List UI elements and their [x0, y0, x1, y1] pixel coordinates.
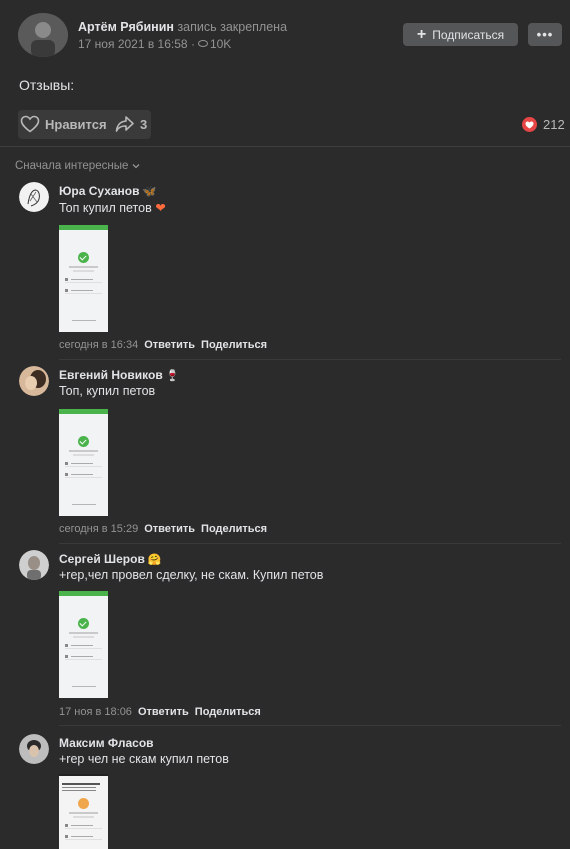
comment-time[interactable]: сегодня в 16:34 — [59, 339, 138, 351]
subscribe-label: Подписаться — [432, 27, 505, 42]
attachment-image[interactable] — [59, 774, 108, 849]
commenter-avatar[interactable] — [19, 550, 49, 580]
views-count: 10K — [209, 37, 232, 51]
reply-button[interactable]: Ответить — [144, 523, 195, 535]
reply-button[interactable]: Ответить — [144, 339, 195, 351]
author-line: Артём Рябинин запись закреплена — [78, 20, 287, 34]
sort-dropdown[interactable]: Сначала интересные — [15, 160, 140, 172]
share-comment-button[interactable]: Поделиться — [195, 706, 261, 718]
author-name[interactable]: Артём Рябинин — [78, 20, 174, 34]
commenter-avatar[interactable] — [19, 182, 49, 212]
status-emoji: 🦋 — [142, 186, 157, 198]
post-header: Артём Рябинин запись закреплена 17 ноя 2… — [0, 0, 570, 70]
comment-footer: сегодня в 15:29 Ответить Поделиться — [59, 523, 267, 535]
heart-emoji: ❤ — [155, 201, 166, 215]
post-text: Отзывы: — [19, 77, 75, 93]
comment-footer: 17 ноя в 18:06 Ответить Поделиться — [59, 706, 261, 718]
sort-label: Сначала интересные — [15, 160, 129, 172]
comment-time[interactable]: сегодня в 15:29 — [59, 523, 138, 535]
views-icon — [197, 40, 208, 48]
commenter-name[interactable]: Сергей Шеров 🤗 — [59, 552, 162, 566]
post-meta: 17 ноя 2021 в 16:58 · 10K — [78, 37, 232, 51]
more-button[interactable]: ••• — [528, 23, 562, 46]
attachment-image[interactable] — [59, 591, 108, 698]
comment-separator — [59, 359, 561, 360]
comment-separator — [59, 725, 561, 726]
share-comment-button[interactable]: Поделиться — [201, 523, 267, 535]
heart-reaction-icon — [522, 117, 537, 132]
commenter-avatar[interactable] — [19, 366, 49, 396]
comment-separator — [59, 543, 561, 544]
commenter-name[interactable]: Евгений Новиков 🍷 — [59, 368, 179, 382]
comment-text: +rep,чел провел сделку, не скам. Купил п… — [59, 568, 324, 582]
like-button[interactable]: Нравится — [20, 115, 107, 133]
reactions-count: 212 — [543, 117, 565, 132]
share-comment-button[interactable]: Поделиться — [201, 339, 267, 351]
divider — [0, 146, 570, 147]
comment-time[interactable]: 17 ноя в 18:06 — [59, 706, 132, 718]
comment-text: Топ, купил петов — [59, 384, 156, 398]
post-date[interactable]: 17 ноя 2021 в 16:58 — [78, 37, 188, 51]
status-emoji: 🍷 — [165, 370, 180, 382]
author-avatar[interactable] — [18, 13, 68, 57]
plus-icon: + — [416, 25, 427, 43]
subscribe-button[interactable]: + Подписаться — [403, 23, 518, 46]
pinned-note: запись закреплена — [177, 20, 288, 34]
commenter-name[interactable]: Максим Фласов — [59, 736, 154, 750]
post-actions: Нравится 3 — [18, 110, 151, 139]
reactions-summary[interactable]: 212 — [522, 117, 565, 132]
comment-text: +rep чел не скам купил петов — [59, 752, 229, 766]
reply-button[interactable]: Ответить — [138, 706, 189, 718]
share-icon — [115, 116, 134, 132]
attachment-image[interactable] — [59, 225, 108, 332]
share-button[interactable]: 3 — [115, 115, 147, 133]
status-emoji: 🤗 — [147, 554, 162, 566]
commenter-name[interactable]: Юра Суханов 🦋 — [59, 184, 156, 198]
comment-footer: сегодня в 16:34 Ответить Поделиться — [59, 339, 267, 351]
like-label: Нравится — [45, 116, 107, 132]
share-count: 3 — [140, 116, 148, 132]
comment-text: Топ купил петов ❤ — [59, 201, 166, 215]
commenter-avatar[interactable] — [19, 734, 49, 764]
chevron-down-icon — [132, 164, 140, 169]
attachment-image[interactable] — [59, 409, 108, 516]
heart-outline-icon — [20, 115, 40, 133]
